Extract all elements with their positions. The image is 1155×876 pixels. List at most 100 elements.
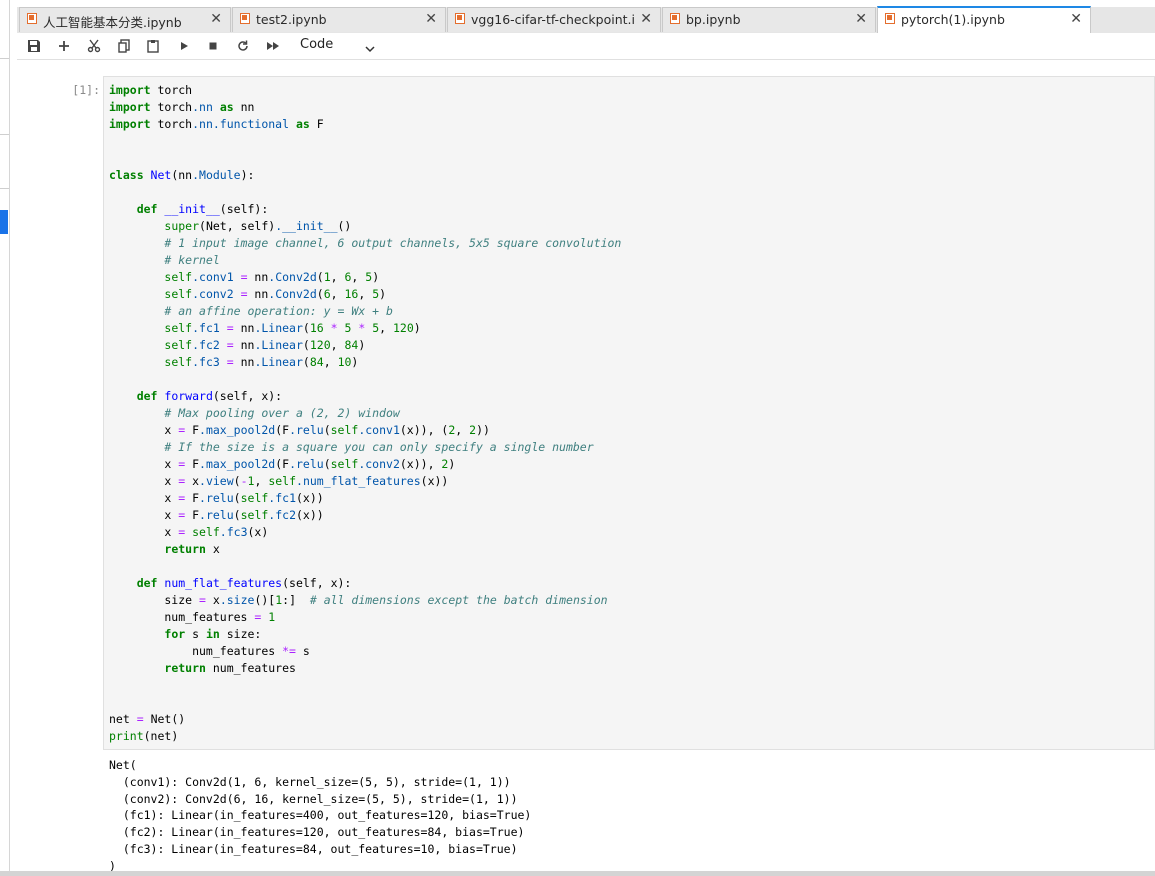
code-token: .fc1 <box>268 491 296 505</box>
code-token: .fc2 <box>268 508 296 522</box>
status-strip <box>0 871 1155 876</box>
code-token: num_flat_features <box>164 576 283 590</box>
close-icon[interactable]: ✕ <box>425 11 437 27</box>
code-token: = <box>219 321 241 335</box>
code-token: = <box>171 457 193 471</box>
notebook-icon <box>455 13 465 24</box>
code-token: = <box>171 423 193 437</box>
code-token: (x)) <box>296 508 324 522</box>
code-token: = <box>233 287 255 301</box>
code-token: ) <box>379 287 387 301</box>
code-token: x <box>205 542 220 556</box>
code-line: # If the size is a square you can only s… <box>109 440 594 454</box>
close-icon[interactable]: ✕ <box>1070 11 1082 27</box>
code-line: print(net) <box>109 729 178 743</box>
code-token: .fc3 <box>219 525 248 539</box>
code-token: torch <box>157 117 193 131</box>
code-line: num_features *= s <box>109 644 310 658</box>
code-token: s <box>302 644 310 658</box>
tab-notebook-active[interactable]: pytorch(1).ipynb ✕ <box>877 6 1091 33</box>
code-token: (nn <box>171 168 193 182</box>
code-token: )) <box>476 423 490 437</box>
run-icon[interactable] <box>175 37 193 55</box>
code-line: def forward(self, x): <box>109 389 282 403</box>
code-token: forward <box>164 389 213 403</box>
paste-icon[interactable] <box>144 37 162 55</box>
code-token: (self, x): <box>282 576 352 590</box>
close-icon[interactable]: ✕ <box>210 11 222 27</box>
code-token: # If the size is a square you can only s… <box>164 440 594 454</box>
tab-notebook[interactable]: bp.ipynb ✕ <box>662 7 876 32</box>
code-token: x <box>192 474 200 488</box>
tab-label: bp.ipynb <box>686 12 741 27</box>
save-icon[interactable] <box>25 37 43 55</box>
code-token: .conv2 <box>358 457 400 471</box>
code-token: , <box>351 270 366 284</box>
stop-icon[interactable] <box>204 37 222 55</box>
add-cell-icon[interactable] <box>55 37 73 55</box>
code-token: ) <box>351 355 359 369</box>
code-token: , <box>323 355 338 369</box>
code-token: # all dimensions except the batch dimens… <box>309 593 608 607</box>
code-token: (x)) <box>420 474 449 488</box>
run-all-icon[interactable] <box>264 37 282 55</box>
code-line: # Max pooling over a (2, 2) window <box>109 406 400 420</box>
cell-type-select[interactable]: Code <box>300 37 333 52</box>
code-token: () <box>337 219 352 233</box>
code-line: self.conv2 = nn.Conv2d(6, 16, 5) <box>109 287 386 301</box>
code-token: .Linear <box>254 321 303 335</box>
code-line: self.fc1 = nn.Linear(16 * 5 * 5, 120) <box>109 321 421 335</box>
code-token: F <box>316 117 324 131</box>
code-token: super <box>164 219 200 233</box>
code-token: x <box>109 508 172 522</box>
restart-icon[interactable] <box>234 37 252 55</box>
code-token: F <box>192 491 200 505</box>
chevron-down-icon[interactable] <box>365 39 375 58</box>
code-token: self <box>164 355 193 369</box>
code-token: .Module <box>192 168 241 182</box>
code-line: self.conv1 = nn.Conv2d(1, 6, 5) <box>109 270 379 284</box>
tab-notebook[interactable]: 人工智能基本分类.ipynb ✕ <box>19 7 231 32</box>
code-token: self <box>240 491 269 505</box>
code-token: .Conv2d <box>268 287 317 301</box>
code-line: # 1 input image channel, 6 output channe… <box>109 236 621 250</box>
close-icon[interactable]: ✕ <box>855 11 867 27</box>
code-line: net = Net() <box>109 712 185 726</box>
code-token: ( <box>323 457 331 471</box>
code-token: (self): <box>219 202 269 216</box>
code-token: self <box>330 457 359 471</box>
sidebar-active-indicator[interactable] <box>0 210 8 234</box>
copy-icon[interactable] <box>115 37 133 55</box>
code-token: (self, x): <box>212 389 283 403</box>
code-token: (F <box>275 457 290 471</box>
code-line: def __init__(self): <box>109 202 269 216</box>
close-icon[interactable]: ✕ <box>640 11 652 27</box>
notebook-icon <box>670 13 680 24</box>
code-token: * <box>351 321 373 335</box>
tab-notebook[interactable]: vgg16-cifar-tf-checkpoint.ipynb ✕ <box>447 7 661 32</box>
code-token: x <box>109 457 172 471</box>
code-line: import torch.nn as nn <box>109 100 254 114</box>
code-token: .Linear <box>254 338 303 352</box>
code-token: ( <box>302 355 310 369</box>
code-token: .max_pool2d <box>199 457 276 471</box>
code-line: import torch <box>109 83 192 97</box>
code-token: = <box>219 338 241 352</box>
code-line: x = self.fc3(x) <box>109 525 268 539</box>
tab-notebook[interactable]: test2.ipynb ✕ <box>232 7 446 32</box>
code-token: # Max pooling over a (2, 2) window <box>164 406 400 420</box>
code-line: x = F.max_pool2d(F.relu(self.conv2(x)), … <box>109 457 455 471</box>
code-token: ) <box>413 321 421 335</box>
cut-icon[interactable] <box>85 37 103 55</box>
code-text[interactable]: import torch import torch.nn as nn impor… <box>109 82 621 745</box>
code-token: for <box>164 627 186 641</box>
